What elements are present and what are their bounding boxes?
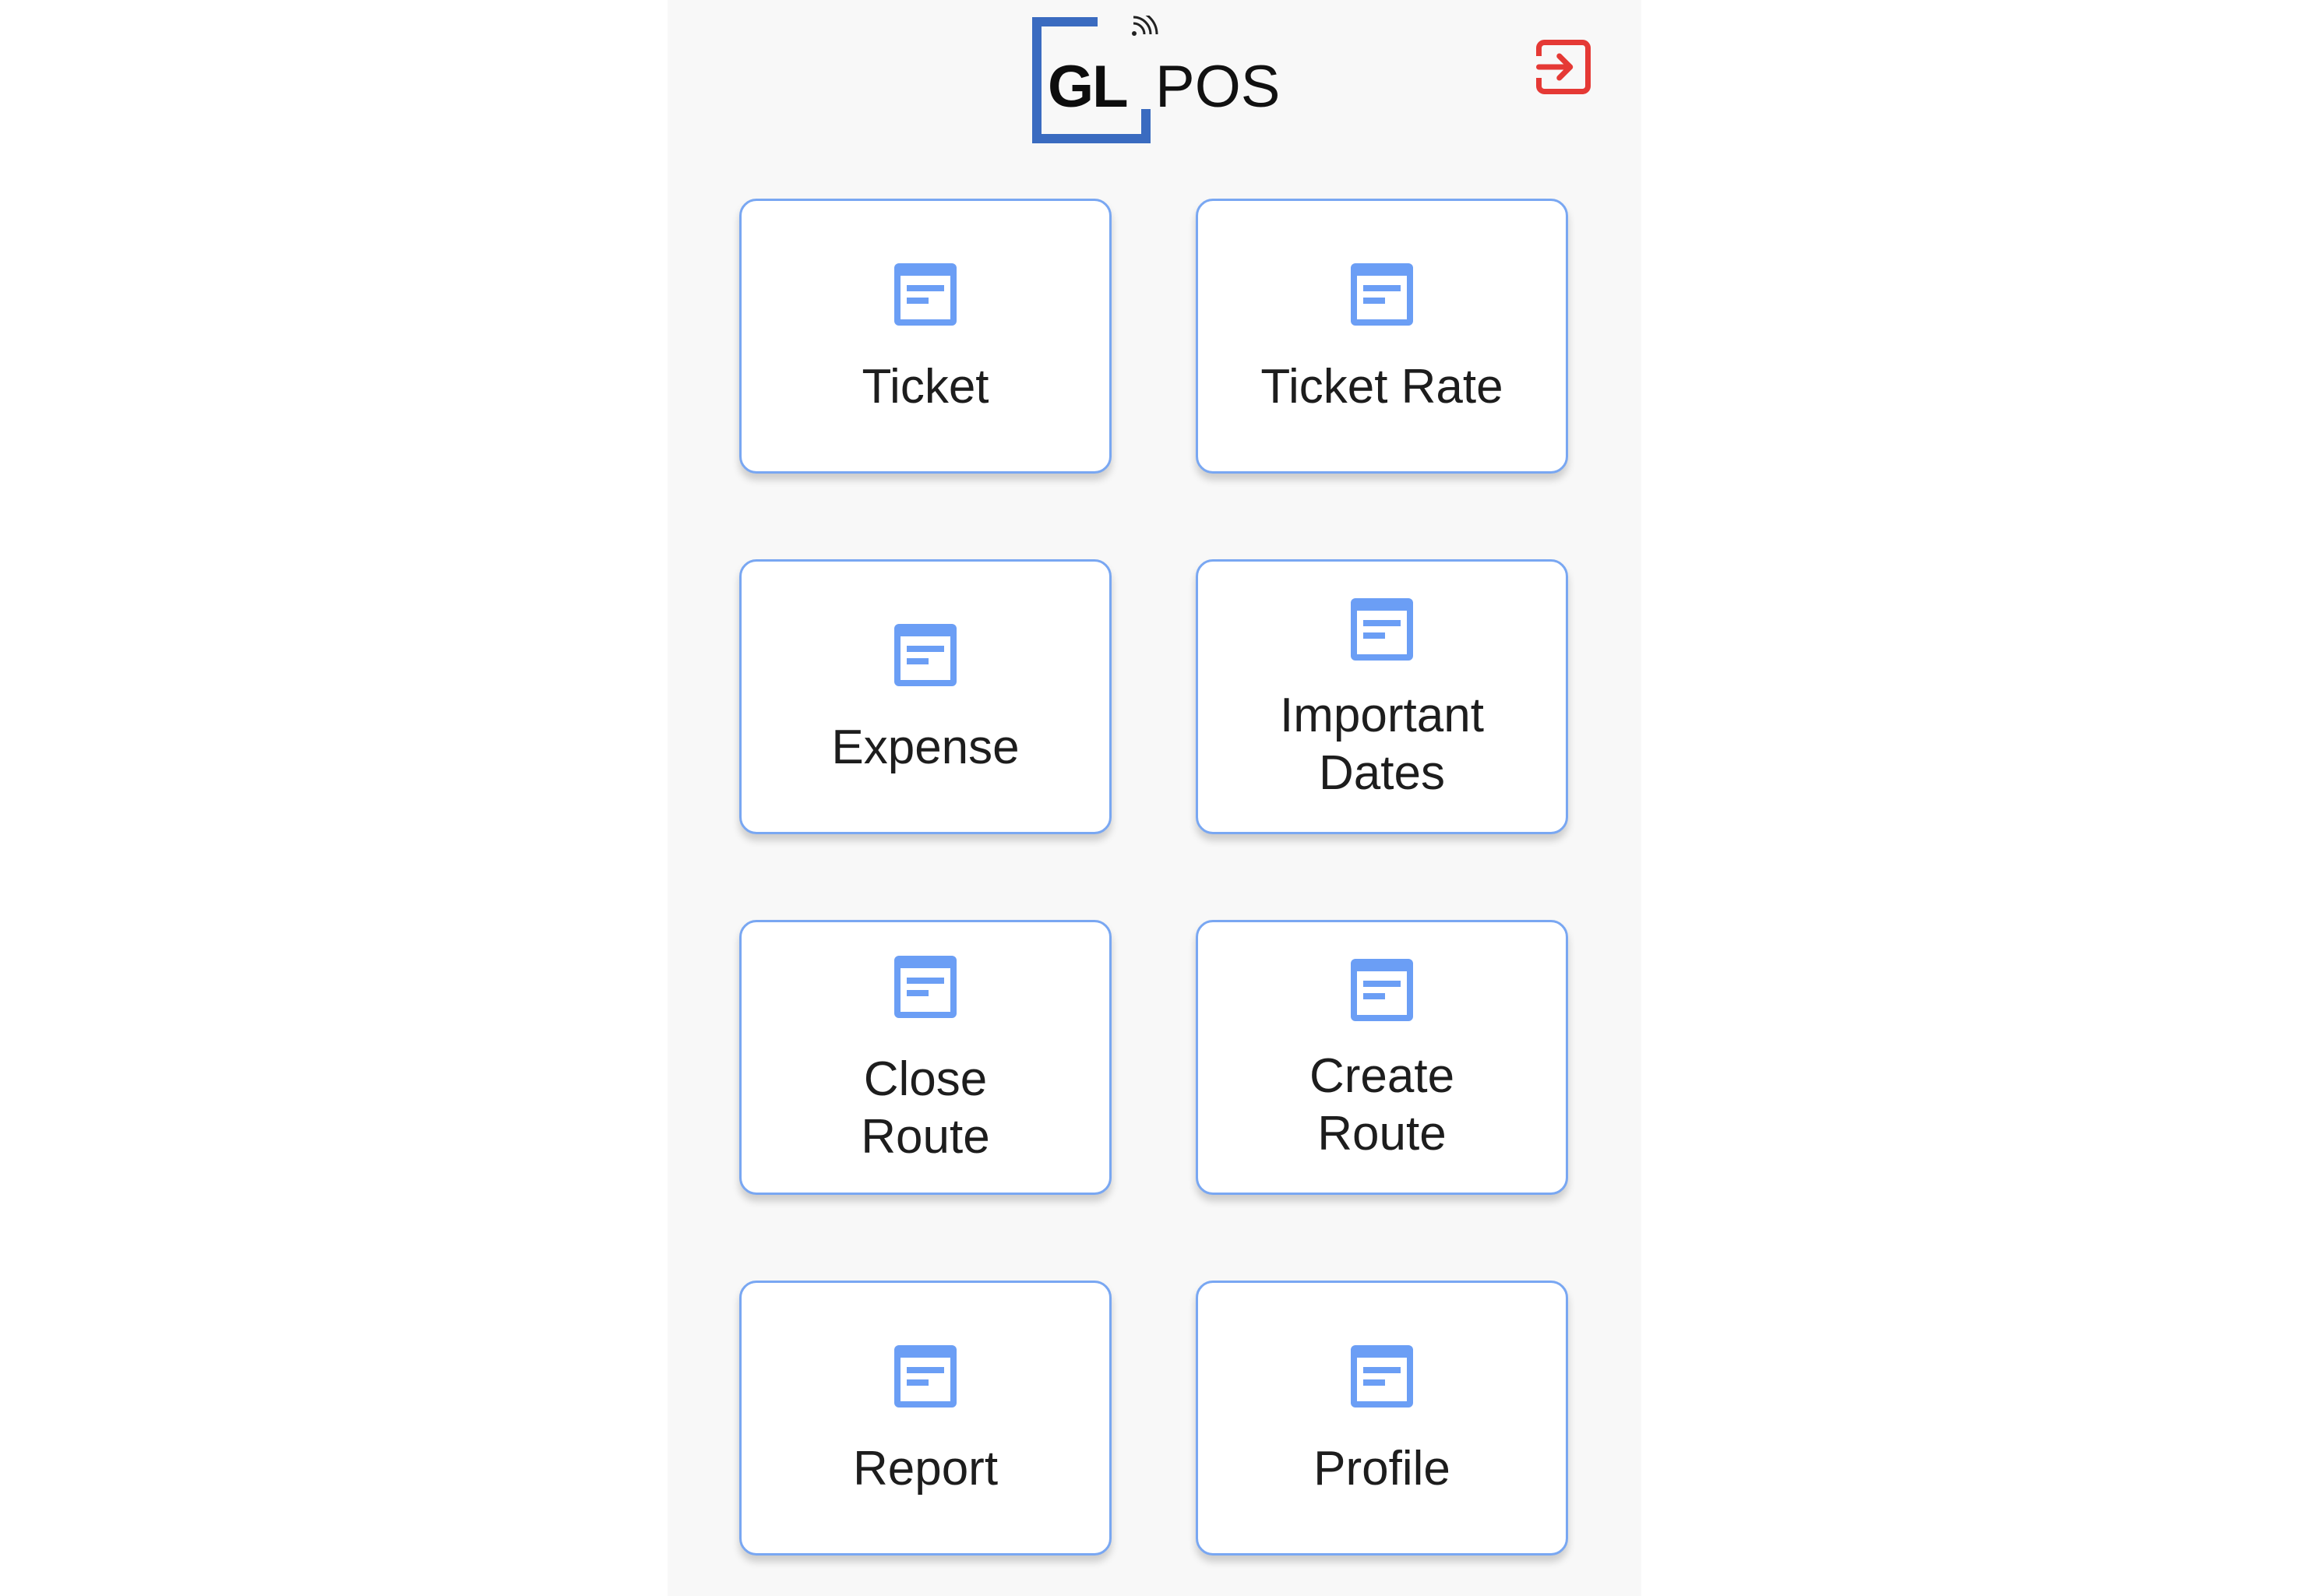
notes-card-icon xyxy=(1351,1344,1413,1408)
menu-tile-label: Profile xyxy=(1313,1441,1450,1496)
notes-card-icon xyxy=(894,262,957,326)
glpos-logo: GL POS xyxy=(1031,16,1295,152)
menu-tile-important-dates[interactable]: Important Dates xyxy=(1196,559,1568,834)
notes-card-icon xyxy=(1351,597,1413,661)
menu-tile-label: Close Route xyxy=(861,1052,990,1164)
notes-card-icon xyxy=(1351,958,1413,1021)
menu-tile-ticket[interactable]: Ticket xyxy=(739,199,1112,474)
notes-card-icon xyxy=(894,1344,957,1408)
logout-icon xyxy=(1536,40,1591,94)
menu-grid: Ticket Ticket Rate Expense Important Dat… xyxy=(739,199,1573,1555)
app-screen: GL POS Ticket Ticket Rate Expense Import… xyxy=(668,0,1641,1596)
menu-tile-label: Ticket Rate xyxy=(1260,359,1503,414)
menu-tile-label: Ticket xyxy=(862,359,989,414)
menu-tile-close-route[interactable]: Close Route xyxy=(739,920,1112,1195)
menu-tile-ticket-rate[interactable]: Ticket Rate xyxy=(1196,199,1568,474)
notes-card-icon xyxy=(894,955,957,1018)
menu-tile-create-route[interactable]: Create Route xyxy=(1196,920,1568,1195)
menu-tile-profile[interactable]: Profile xyxy=(1196,1281,1568,1555)
notes-card-icon xyxy=(894,623,957,686)
app-header: GL POS xyxy=(668,0,1641,148)
logo-pos-text: POS xyxy=(1155,54,1281,120)
menu-tile-label: Create Route xyxy=(1309,1048,1455,1161)
logo-gl-text: GL xyxy=(1048,54,1129,120)
menu-tile-report[interactable]: Report xyxy=(739,1281,1112,1555)
menu-tile-expense[interactable]: Expense xyxy=(739,559,1112,834)
menu-tile-label: Report xyxy=(852,1441,999,1496)
menu-tile-label: Expense xyxy=(831,720,1020,774)
notes-card-icon xyxy=(1351,262,1413,326)
logout-button[interactable] xyxy=(1531,34,1596,100)
menu-tile-label: Important Dates xyxy=(1280,688,1484,800)
